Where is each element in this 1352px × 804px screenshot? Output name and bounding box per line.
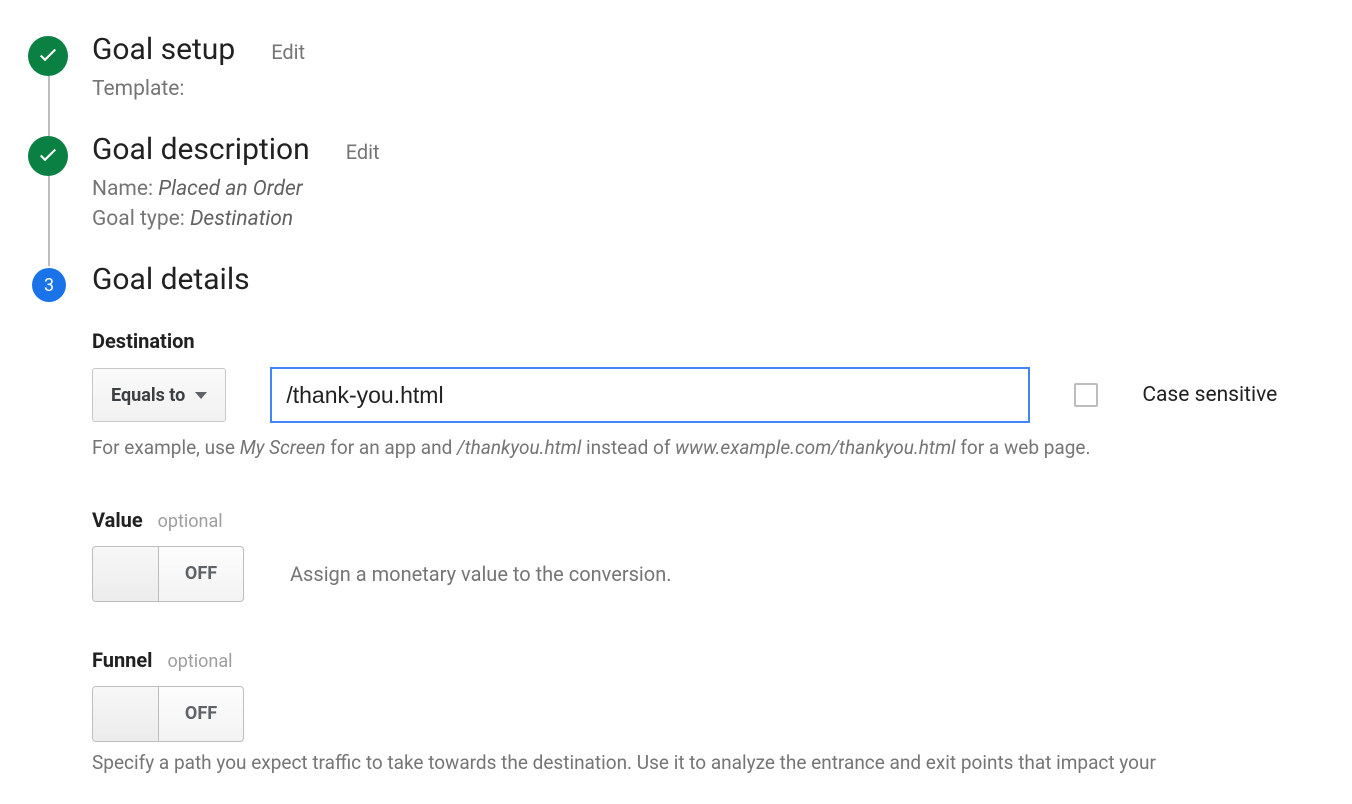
summary-name-label: Name: — [92, 177, 153, 201]
step-badge-current: 3 — [32, 268, 66, 302]
check-icon — [36, 42, 60, 70]
value-description: Assign a monetary value to the conversio… — [290, 562, 672, 586]
value-toggle[interactable]: OFF — [92, 546, 244, 602]
step-badge-done — [28, 36, 68, 76]
value-label: Value optional — [92, 508, 1352, 532]
edit-link[interactable]: Edit — [346, 140, 380, 164]
summary-type-value: Destination — [190, 207, 293, 231]
step-summary: Template: — [92, 75, 1352, 104]
toggle-knob — [93, 547, 159, 601]
step-goal-details: 3 Goal details Destination Equals to Cas… — [28, 262, 1352, 776]
step-connector — [48, 72, 50, 136]
step-title: Goal details — [92, 262, 250, 297]
match-type-dropdown[interactable]: Equals to — [92, 368, 226, 422]
step-title: Goal description — [92, 132, 310, 167]
toggle-knob — [93, 687, 159, 741]
destination-help-text: For example, use My Screen for an app an… — [92, 435, 1352, 462]
step-goal-setup: Goal setup Edit Template: — [28, 32, 1352, 132]
step-summary: Name: Placed an Order Goal type: Destina… — [92, 175, 1352, 234]
summary-name-value: Placed an Order — [158, 177, 302, 201]
funnel-label: Funnel optional — [92, 648, 1352, 672]
match-type-value: Equals to — [111, 385, 185, 406]
toggle-state: OFF — [159, 547, 243, 601]
caret-down-icon — [195, 392, 207, 399]
funnel-toggle[interactable]: OFF — [92, 686, 244, 742]
step-connector — [48, 172, 50, 266]
toggle-state: OFF — [159, 687, 243, 741]
check-icon — [36, 142, 60, 170]
funnel-description: Specify a path you expect traffic to tak… — [92, 750, 1352, 777]
case-sensitive-label: Case sensitive — [1142, 383, 1277, 407]
edit-link[interactable]: Edit — [271, 40, 305, 64]
destination-input[interactable] — [270, 367, 1030, 423]
step-title: Goal setup — [92, 32, 235, 67]
optional-text: optional — [167, 651, 232, 672]
step-badge-done — [28, 136, 68, 176]
step-goal-description: Goal description Edit Name: Placed an Or… — [28, 132, 1352, 262]
optional-text: optional — [158, 511, 223, 532]
summary-type-label: Goal type: — [92, 207, 185, 231]
destination-label: Destination — [92, 329, 1352, 353]
case-sensitive-checkbox[interactable] — [1074, 383, 1098, 407]
